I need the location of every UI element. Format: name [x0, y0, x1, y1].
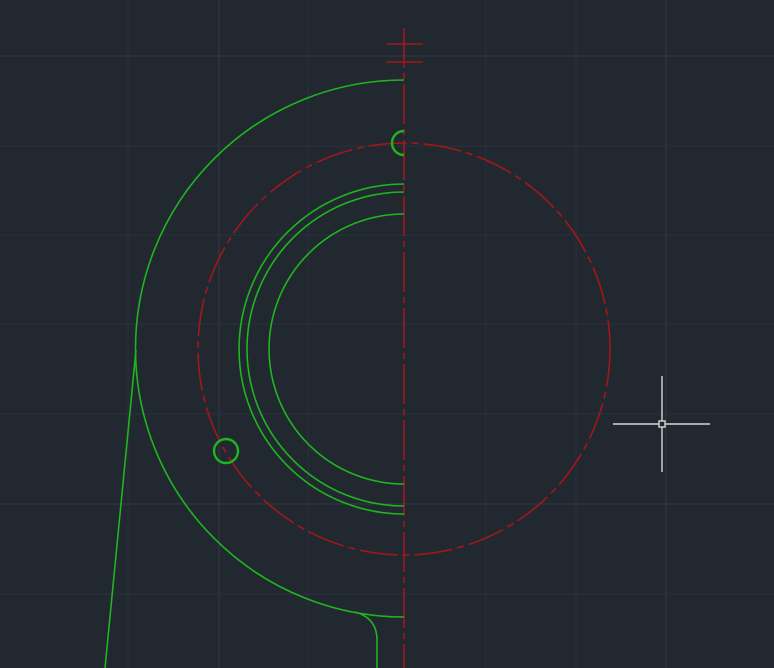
tangent-line[interactable]: [104, 349, 137, 668]
bolt-hole-left[interactable]: [212, 437, 240, 465]
pickbox-icon: [658, 420, 666, 428]
crosshair-cursor-icon: [613, 376, 710, 472]
centerline-layer[interactable]: [197, 28, 611, 668]
bore-arc-3[interactable]: [268, 213, 405, 485]
geometry-layer[interactable]: [104, 79, 405, 668]
grid: [0, 0, 774, 668]
bore-arc-1[interactable]: [238, 183, 405, 515]
drawing-canvas[interactable]: [0, 0, 774, 668]
fillet-arc[interactable]: [354, 611, 378, 668]
drawing-viewport[interactable]: [0, 0, 774, 668]
